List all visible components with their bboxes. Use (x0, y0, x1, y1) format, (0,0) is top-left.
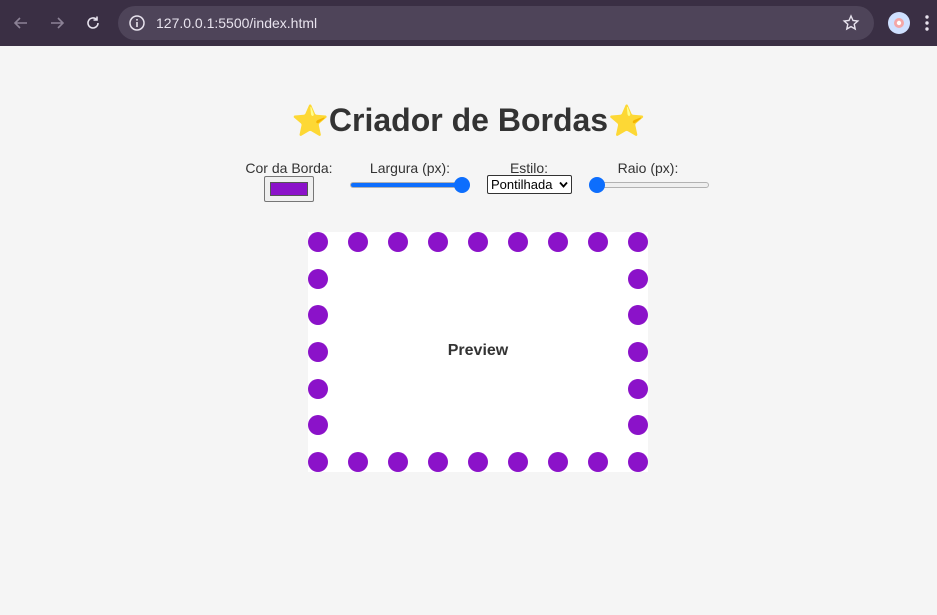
more-menu-icon[interactable] (924, 14, 930, 32)
border-dot (388, 452, 408, 472)
width-slider-thumb[interactable] (454, 177, 470, 193)
page-title-text: Criador de Bordas (328, 102, 609, 138)
border-color-input[interactable] (264, 176, 314, 202)
preview-text: Preview (447, 342, 509, 359)
style-control: Estilo: (488, 160, 570, 176)
border-style-value: Pontilhada (491, 177, 553, 192)
url-text[interactable]: 127.0.0.1:5500/index.html (156, 14, 317, 32)
border-dot (428, 452, 448, 472)
border-dot (628, 268, 648, 289)
border-dot (508, 452, 528, 472)
border-dot (468, 452, 488, 472)
radius-control: Raio (px): (598, 160, 698, 176)
border-dot (548, 452, 568, 472)
style-label: Estilo: (509, 160, 549, 176)
border-dot (628, 378, 648, 399)
border-style-select[interactable]: Pontilhada (487, 175, 572, 194)
arrow-right-icon (51, 17, 65, 29)
border-dot (628, 232, 648, 252)
border-dot (348, 232, 368, 252)
color-label: Cor da Borda: (245, 160, 333, 176)
radius-slider-track (589, 182, 709, 188)
border-dot (348, 452, 368, 472)
profile-avatar[interactable] (888, 12, 910, 34)
address-bar[interactable]: 127.0.0.1:5500/index.html (118, 6, 874, 40)
border-dot (308, 305, 328, 326)
star-emoji-icon: ⭐ (608, 105, 646, 138)
radius-slider[interactable] (589, 177, 709, 193)
info-icon[interactable] (128, 14, 146, 32)
border-dot (628, 452, 648, 472)
radius-slider-thumb[interactable] (589, 177, 605, 193)
border-dot (308, 378, 328, 399)
border-dot (308, 415, 328, 436)
width-control: Largura (px): (355, 160, 465, 176)
color-swatch (270, 182, 308, 196)
width-label: Largura (px): (369, 160, 451, 176)
color-control: Cor da Borda: (240, 160, 338, 176)
page-title: ⭐Criador de Bordas⭐ (0, 101, 937, 141)
radius-label: Raio (px): (617, 160, 679, 176)
border-dot (308, 452, 328, 472)
border-dot (628, 305, 648, 326)
border-dot (428, 232, 448, 252)
reload-button[interactable] (82, 12, 104, 34)
forward-button[interactable] (46, 12, 68, 34)
back-button[interactable] (10, 12, 32, 34)
border-dot (388, 232, 408, 252)
width-slider-track (350, 182, 470, 188)
avatar-icon (894, 18, 904, 28)
browser-toolbar: 127.0.0.1:5500/index.html (0, 0, 937, 46)
arrow-left-icon (13, 17, 27, 29)
border-dot (588, 452, 608, 472)
border-dot (468, 232, 488, 252)
border-dot (548, 232, 568, 252)
border-dot (308, 232, 328, 252)
border-dot (508, 232, 528, 252)
width-slider[interactable] (350, 177, 470, 193)
border-dot (588, 232, 608, 252)
chevron-down-icon (559, 181, 568, 188)
border-dot (308, 268, 328, 289)
border-dot (628, 415, 648, 436)
star-emoji-icon: ⭐ (291, 105, 329, 138)
reload-icon (87, 16, 99, 29)
bookmark-star-icon[interactable] (842, 14, 860, 32)
